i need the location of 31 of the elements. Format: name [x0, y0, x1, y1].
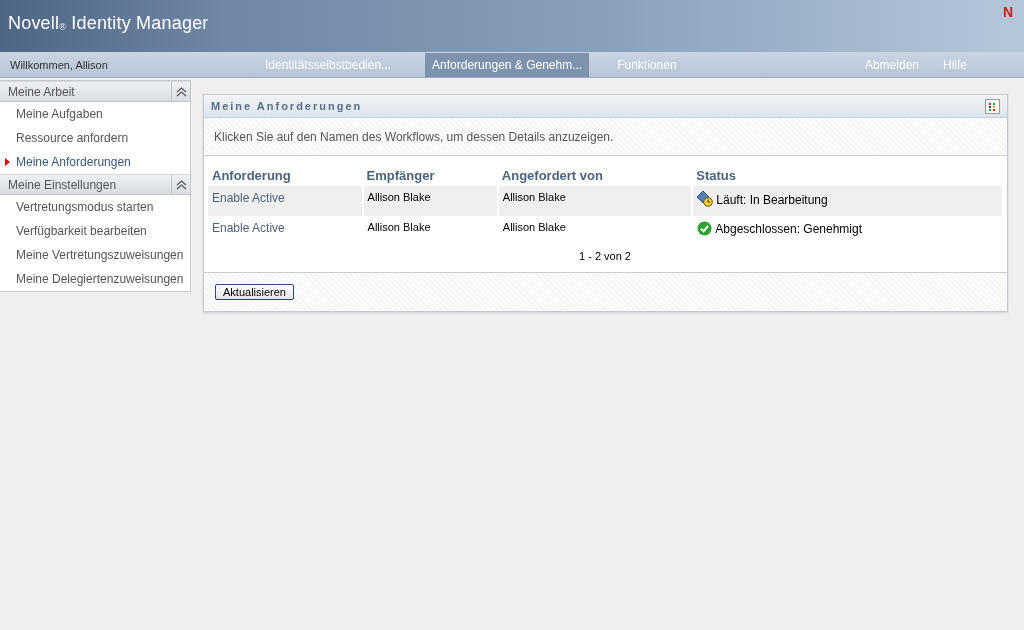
- sidebar-item[interactable]: Vertretungsmodus starten: [16, 200, 154, 214]
- clock-diamond-icon: [697, 191, 714, 207]
- column-header: Status: [692, 164, 1002, 186]
- welcome-text: Willkommen, Allison: [9, 58, 109, 71]
- request-link[interactable]: Enable Active: [212, 221, 285, 235]
- table-cell: Allison Blake: [362, 216, 498, 246]
- logo: N: [1002, 3, 1014, 20]
- double-chevron-up-icon: [175, 86, 187, 97]
- section-title: Meine Einstellungen: [7, 177, 117, 192]
- sidebar-item[interactable]: Meine Aufgaben: [16, 107, 103, 121]
- sidebar-item[interactable]: Meine Vertretungszuweisungen: [16, 248, 184, 262]
- sidebar-item[interactable]: Meine Anforderungen: [16, 155, 131, 169]
- status-text: Läuft: In Bearbeitung: [716, 193, 828, 207]
- sidebar-item[interactable]: Ressource anfordern: [16, 131, 129, 145]
- table-cell: Allison Blake: [362, 186, 498, 216]
- double-chevron-up-icon: [175, 179, 187, 190]
- panel-title: Meine Anforderungen: [210, 100, 363, 112]
- status-text: Abgeschlossen: Genehmigt: [715, 222, 863, 236]
- pagination-text: 1 - 2 von 2: [579, 250, 631, 262]
- sidebar-item[interactable]: Verfügbarkeit bearbeiten: [16, 224, 147, 238]
- column-header: Angefordert von: [497, 164, 693, 186]
- sidebar-item[interactable]: Meine Delegiertenzuweisungen: [16, 272, 184, 286]
- refresh-button[interactable]: Aktualisieren: [215, 284, 294, 300]
- section-title: Meine Arbeit: [7, 84, 75, 99]
- table-cell: Allison Blake: [497, 186, 693, 216]
- column-header: Anforderung: [208, 164, 363, 186]
- instruction-text: Klicken Sie auf den Namen des Workflows, um dessen Details anzuzeigen.: [213, 129, 614, 144]
- check-circle-icon: [697, 221, 713, 236]
- grid-icon[interactable]: [985, 98, 1000, 114]
- table-cell: Allison Blake: [497, 216, 693, 246]
- column-header: Empfänger: [362, 164, 498, 186]
